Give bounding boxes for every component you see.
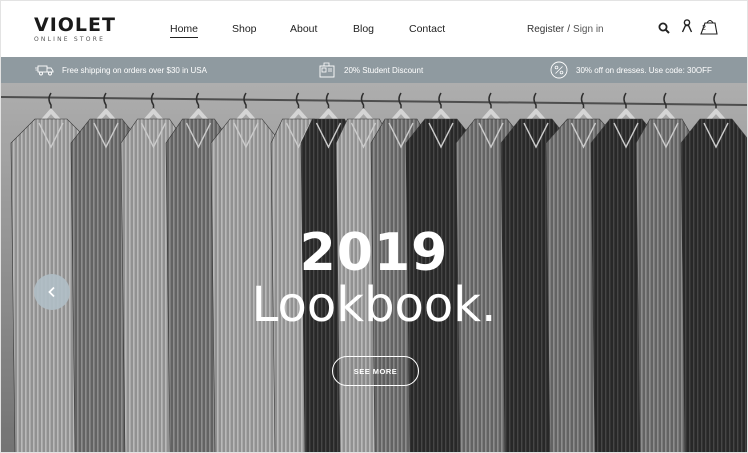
see-more-button[interactable]: SEE MORE	[332, 356, 419, 386]
user-icon[interactable]	[681, 19, 693, 33]
site-header: VIOLET ONLINE STORE Home Shop About Blog…	[1, 1, 747, 57]
promo-text-discount: 30% off on dresses. Use code: 30OFF	[576, 65, 712, 75]
nav-item-about[interactable]: About	[290, 23, 317, 35]
hero-title: Lookbook.	[251, 277, 497, 333]
slider-prev-button[interactable]	[34, 274, 70, 310]
promo-item-discount: 30% off on dresses. Use code: 30OFF	[549, 57, 712, 83]
discount-tag-icon	[550, 61, 568, 79]
student-card-icon	[319, 62, 335, 78]
promo-bar: Free shipping on orders over $30 in USA …	[1, 57, 747, 83]
promo-item-shipping: Free shipping on orders over $30 in USA	[35, 57, 207, 83]
brand-tagline: ONLINE STORE	[34, 36, 106, 43]
nav-item-shop[interactable]: Shop	[232, 23, 257, 35]
register-link[interactable]: Register	[527, 24, 564, 35]
shopping-bag-icon[interactable]: 2	[700, 19, 718, 35]
hero-slider: 2019 Lookbook. SEE MORE	[1, 83, 747, 452]
nav-item-blog[interactable]: Blog	[353, 23, 374, 35]
signin-link[interactable]: Sign in	[573, 24, 604, 35]
nav-item-contact[interactable]: Contact	[409, 23, 445, 35]
auth-separator: /	[567, 24, 571, 35]
cart-count-badge: 2	[702, 25, 706, 32]
nav-item-home[interactable]: Home	[170, 23, 199, 38]
hero-year: 2019	[299, 223, 449, 283]
promo-text-shipping: Free shipping on orders over $30 in USA	[62, 65, 207, 75]
promo-item-student: 20% Student Discount	[319, 57, 423, 83]
brand-name: VIOLET	[34, 14, 116, 36]
chevron-left-icon	[48, 286, 55, 298]
truck-icon	[35, 65, 54, 76]
brand-logo[interactable]: VIOLET ONLINE STORE	[34, 15, 116, 43]
page: VIOLET ONLINE STORE Home Shop About Blog…	[0, 0, 748, 453]
search-icon[interactable]	[658, 21, 670, 34]
promo-text-student: 20% Student Discount	[344, 65, 424, 75]
auth-links: Register / Sign in	[527, 24, 604, 35]
